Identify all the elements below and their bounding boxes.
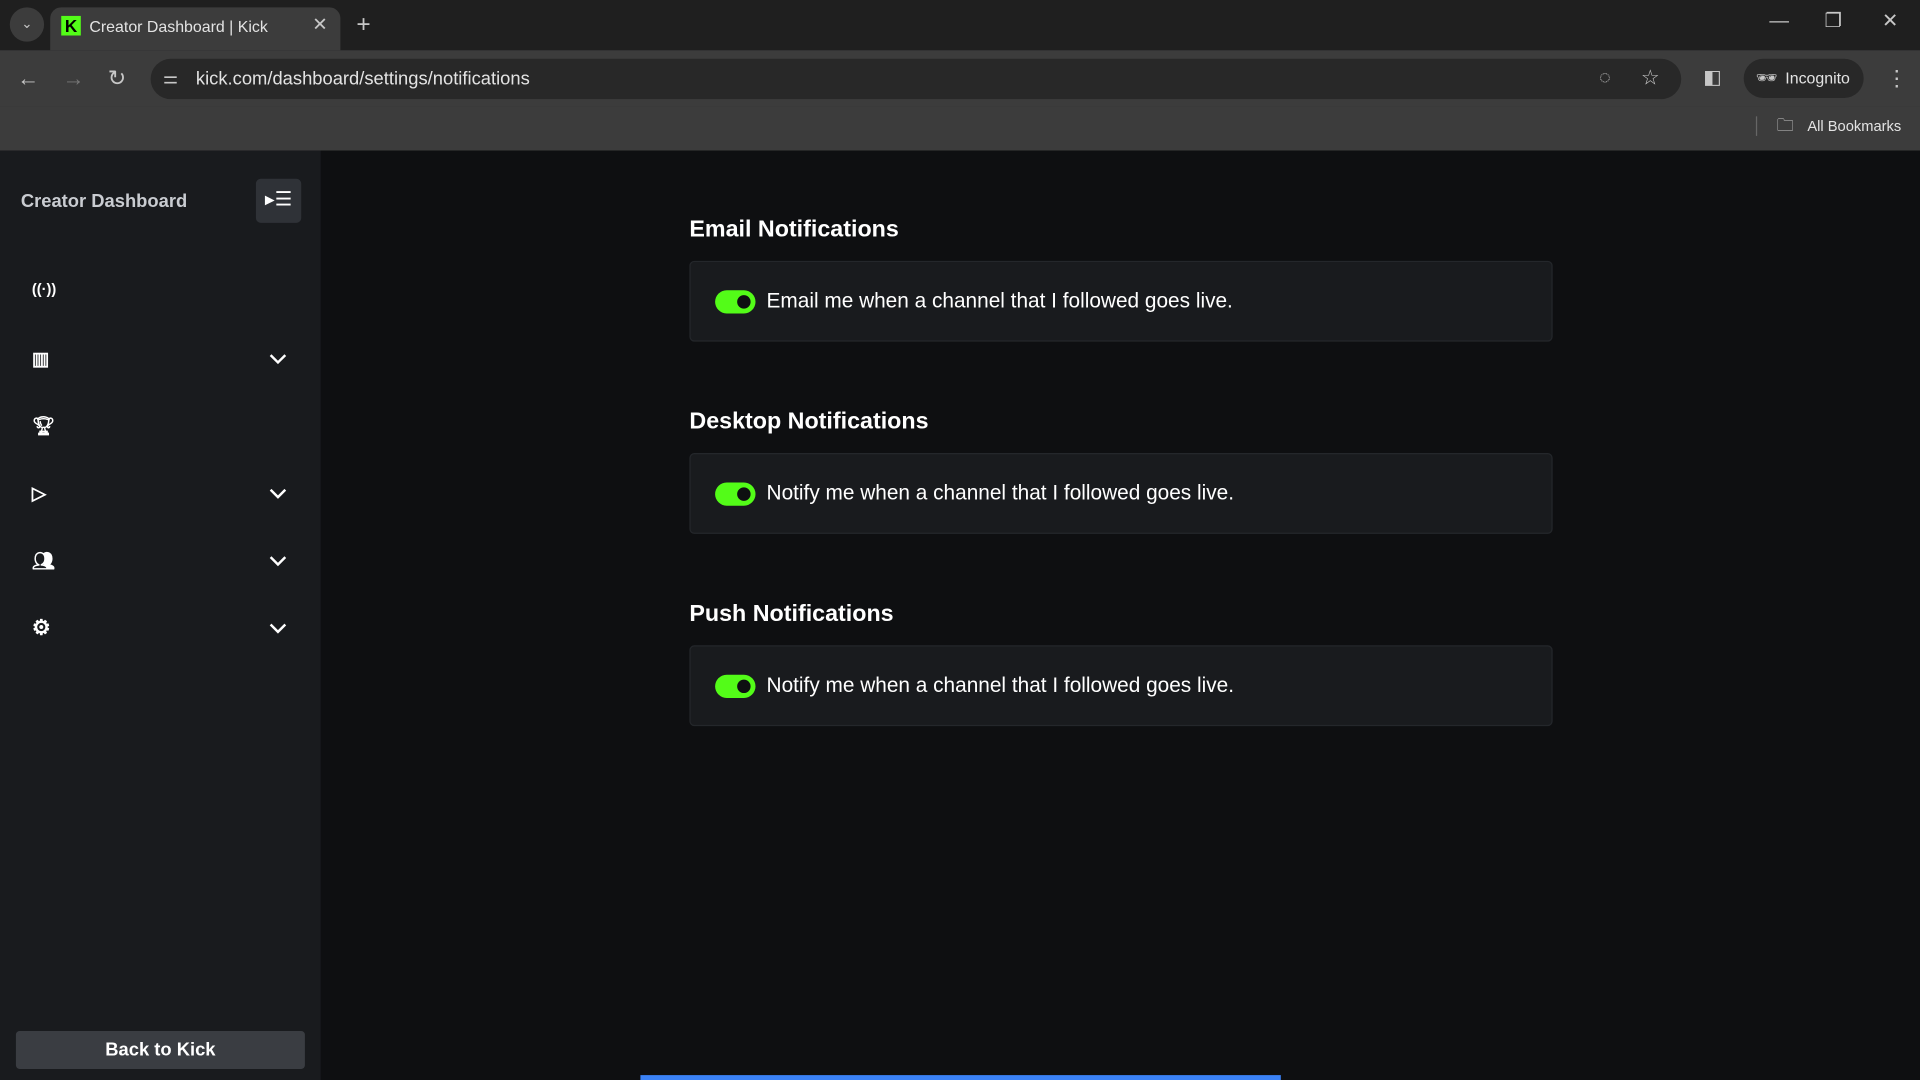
reload-button[interactable]: ↻	[108, 67, 126, 89]
tab-active[interactable]: K Creator Dashboard | Kick ✕	[50, 7, 341, 51]
email-live-toggle[interactable]	[715, 290, 756, 314]
community-icon[interactable]: 👥︎	[32, 550, 56, 574]
incognito-label: Incognito	[1785, 68, 1850, 87]
section-title: Desktop Notifications	[689, 408, 929, 435]
folder-icon: 🗀	[1776, 115, 1794, 135]
menu-icon[interactable]: ⋮	[1886, 67, 1908, 89]
bookmarks-bar	[0, 106, 1920, 151]
chevron-down-icon[interactable]	[267, 617, 289, 639]
close-window-button[interactable]: ✕	[1882, 12, 1898, 32]
push-live-toggle[interactable]	[715, 674, 756, 698]
chevron-down-icon[interactable]	[267, 550, 289, 572]
broadcast-icon[interactable]: ((·))	[32, 280, 56, 304]
trophy-icon[interactable]: 🏆︎	[32, 415, 56, 439]
back-button[interactable]: ←	[17, 67, 39, 89]
back-to-kick-button[interactable]: Back to Kick	[15, 1031, 305, 1069]
chevron-down-icon[interactable]	[267, 482, 289, 504]
forward-button[interactable]: →	[62, 67, 84, 89]
toggle-label: Notify me when a channel that I followed…	[766, 673, 1235, 697]
side-panel-icon[interactable]: ◧	[1703, 68, 1722, 89]
toggle-label: Email me when a channel that I followed …	[766, 288, 1233, 313]
notification-card: Notify me when a channel that I followed…	[689, 453, 1553, 534]
toggle-label: Notify me when a channel that I followed…	[766, 481, 1235, 505]
all-bookmarks-link[interactable]: All Bookmarks	[1807, 118, 1901, 135]
address-bar[interactable]: ⚌ kick.com/dashboard/settings/notificati…	[150, 58, 1682, 100]
tab-search-button[interactable]: ⌄	[9, 7, 45, 42]
site-info-icon[interactable]: ⚌	[163, 69, 178, 86]
new-tab-button[interactable]: +	[356, 12, 370, 36]
incognito-icon: 🕶	[1755, 67, 1778, 87]
tab-title: Creator Dashboard | Kick	[89, 17, 268, 36]
divider	[1755, 116, 1758, 136]
desktop-live-toggle[interactable]	[715, 482, 756, 506]
notification-card: Email me when a channel that I followed …	[689, 260, 1553, 342]
section-title: Push Notifications	[689, 601, 894, 627]
maximize-button[interactable]: ❐	[1824, 12, 1842, 32]
sidebar-title: Creator Dashboard	[20, 191, 188, 212]
collapse-sidebar-button[interactable]: ▸☰	[255, 178, 302, 223]
kick-favicon-icon: K	[61, 15, 81, 36]
settings-icon[interactable]: ⚙	[32, 616, 56, 640]
chevron-down-icon[interactable]	[267, 348, 289, 370]
incognito-badge[interactable]: 🕶 Incognito	[1743, 58, 1864, 98]
url-text: kick.com/dashboard/settings/notification…	[195, 68, 530, 90]
close-tab-icon[interactable]: ✕	[312, 16, 327, 34]
star-icon[interactable]: ☆	[1641, 67, 1660, 88]
notification-card: Notify me when a channel that I followed…	[689, 645, 1553, 727]
scrollbar[interactable]	[640, 1075, 1281, 1080]
eye-off-icon[interactable]: ◌	[1599, 68, 1611, 89]
section-title: Email Notifications	[689, 216, 899, 243]
analytics-icon[interactable]: ▥	[32, 348, 56, 372]
minimize-button[interactable]: —	[1769, 12, 1789, 32]
video-icon[interactable]: ▷	[32, 482, 56, 506]
